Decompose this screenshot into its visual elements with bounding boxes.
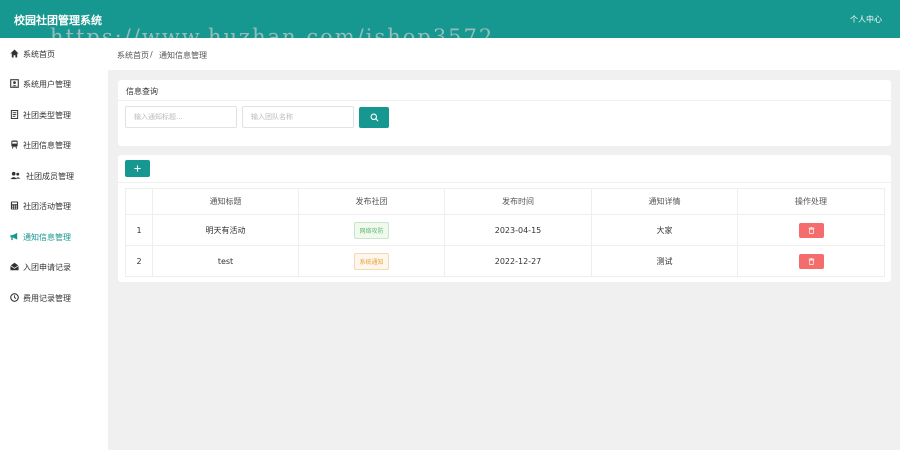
document-icon xyxy=(10,110,19,119)
breadcrumb-home[interactable]: 系统首页 xyxy=(117,50,149,61)
user-card-icon xyxy=(10,79,19,88)
sidebar-item-label: 通知信息管理 xyxy=(23,233,71,242)
sidebar-item-fee-records[interactable]: 费用记录管理 xyxy=(0,283,108,313)
sidebar-item-label: 社团活动管理 xyxy=(23,202,71,211)
notice-detail: 大家 xyxy=(591,214,738,246)
column-header-title: 通知标题 xyxy=(152,188,299,215)
user-center-link[interactable]: 个人中心 xyxy=(850,14,882,25)
top-header: 校园社团管理系统 个人中心 xyxy=(0,0,900,38)
column-header-actions: 操作处理 xyxy=(737,188,885,215)
delete-button[interactable] xyxy=(798,253,824,269)
notice-title: 明天有活动 xyxy=(152,214,299,246)
search-icon xyxy=(370,113,379,122)
sidebar-item-applications[interactable]: 入团申请记录 xyxy=(0,252,108,282)
notice-title-input[interactable] xyxy=(125,106,237,128)
publish-time: 2023-04-15 xyxy=(444,214,592,246)
sidebar-item-label: 社团信息管理 xyxy=(23,141,71,150)
trash-icon xyxy=(808,257,814,265)
delete-button[interactable] xyxy=(798,222,824,238)
team-tag: 系统通知 xyxy=(354,252,389,270)
column-header-team: 发布社团 xyxy=(298,188,445,215)
users-icon xyxy=(10,171,21,180)
sidebar-item-club-activities[interactable]: 社团活动管理 xyxy=(0,191,108,221)
plus-icon xyxy=(134,165,141,172)
sidebar-item-club-info[interactable]: 社团信息管理 xyxy=(0,130,108,160)
divider xyxy=(118,100,891,101)
search-button[interactable] xyxy=(359,107,389,128)
breadcrumb-current: 通知信息管理 xyxy=(159,51,207,60)
column-header-detail: 通知详情 xyxy=(591,188,738,215)
sidebar-item-notices[interactable]: 通知信息管理 xyxy=(0,222,108,252)
home-icon xyxy=(10,49,19,58)
sidebar-item-label: 系统首页 xyxy=(23,50,55,59)
team-name-input[interactable] xyxy=(242,106,354,128)
add-notice-button[interactable] xyxy=(125,160,150,177)
column-header-time: 发布时间 xyxy=(444,188,592,215)
table-row: 2 test 系统通知 2022-12-27 测试 xyxy=(125,245,885,277)
sidebar-item-club-members[interactable]: 社团成员管理 xyxy=(0,161,108,191)
actions-cell xyxy=(737,245,885,277)
trash-icon xyxy=(808,226,814,234)
sidebar-item-club-types[interactable]: 社团类型管理 xyxy=(0,100,108,130)
publish-time: 2022-12-27 xyxy=(444,245,592,277)
sidebar-item-label: 费用记录管理 xyxy=(23,294,71,303)
team-tag: 网络攻防 xyxy=(354,221,389,239)
envelope-icon xyxy=(10,262,19,271)
search-panel-title: 信息查询 xyxy=(126,87,158,96)
sidebar-item-label: 系统用户管理 xyxy=(23,80,71,89)
column-header-index xyxy=(125,188,153,215)
team-cell: 网络攻防 xyxy=(298,214,445,246)
breadcrumb: 系统首页 / 通知信息管理 xyxy=(108,38,900,70)
table-header-row: 通知标题 发布社团 发布时间 通知详情 操作处理 xyxy=(125,188,885,215)
row-index: 2 xyxy=(125,245,153,277)
notice-table: 通知标题 发布社团 发布时间 通知详情 操作处理 1 明天有活动 网络攻防 20… xyxy=(125,188,885,277)
sidebar-item-system-users[interactable]: 系统用户管理 xyxy=(0,69,108,99)
bullhorn-icon xyxy=(10,232,18,241)
team-cell: 系统通知 xyxy=(298,245,445,277)
notice-table-panel: 通知标题 发布社团 发布时间 通知详情 操作处理 1 明天有活动 网络攻防 20… xyxy=(118,155,891,282)
calculator-icon xyxy=(10,201,19,210)
divider xyxy=(118,182,891,183)
clock-icon xyxy=(10,293,19,302)
sidebar: 系统首页 系统用户管理 社团类型管理 社团信息管理 社团成员管理 社团活动管理 … xyxy=(0,38,108,450)
breadcrumb-separator: / xyxy=(150,50,153,59)
train-icon xyxy=(11,140,18,149)
app-title: 校园社团管理系统 xyxy=(14,14,102,27)
table-row: 1 明天有活动 网络攻防 2023-04-15 大家 xyxy=(125,214,885,246)
sidebar-item-label: 社团成员管理 xyxy=(26,172,74,181)
search-panel: 信息查询 xyxy=(118,80,891,146)
notice-title: test xyxy=(152,245,299,277)
sidebar-item-home[interactable]: 系统首页 xyxy=(0,39,108,69)
actions-cell xyxy=(737,214,885,246)
sidebar-item-label: 入团申请记录 xyxy=(23,263,71,272)
row-index: 1 xyxy=(125,214,153,246)
notice-detail: 测试 xyxy=(591,245,738,277)
sidebar-item-label: 社团类型管理 xyxy=(23,111,71,120)
